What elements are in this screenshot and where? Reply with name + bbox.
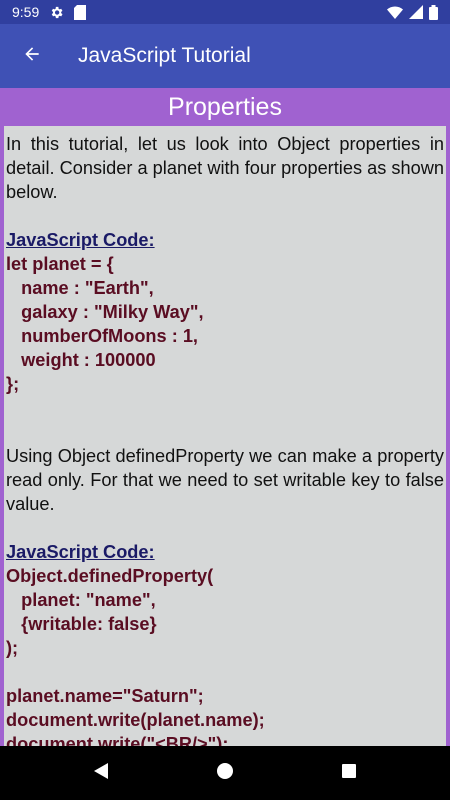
wifi-icon (387, 5, 403, 19)
sd-card-icon (74, 4, 87, 20)
code-line: planet: "name", (6, 590, 156, 610)
nav-recents-button[interactable] (337, 761, 361, 785)
code-line: }; (6, 374, 20, 394)
code-heading: JavaScript Code: (6, 230, 155, 250)
recents-square-icon (341, 763, 357, 784)
app-title: JavaScript Tutorial (78, 44, 251, 67)
back-button[interactable] (0, 24, 64, 88)
code-line: document.write(planet.name); (6, 710, 265, 730)
back-triangle-icon (93, 762, 109, 785)
readonly-paragraph: Using Object definedProperty we can make… (6, 446, 444, 514)
arrow-back-icon (22, 44, 42, 69)
status-bar: 9:59 (0, 0, 450, 24)
code-line: {writable: false} (6, 614, 157, 634)
code-line: weight : 100000 (6, 350, 156, 370)
status-time: 9:59 (12, 4, 40, 20)
code-line: name : "Earth", (6, 278, 154, 298)
home-circle-icon (216, 762, 234, 785)
code-line: planet.name="Saturn"; (6, 686, 204, 706)
code-heading: JavaScript Code: (6, 542, 155, 562)
code-line: Object.definedProperty( (6, 566, 214, 586)
page-title: Properties (0, 88, 450, 126)
signal-icon (409, 5, 423, 19)
code-line: document.write("<BR/>"); (6, 734, 229, 746)
gear-icon (49, 5, 64, 20)
app-bar: JavaScript Tutorial (0, 24, 450, 88)
code-line: numberOfMoons : 1, (6, 326, 198, 346)
code-line: ); (6, 638, 19, 658)
battery-icon (429, 4, 438, 20)
nav-back-button[interactable] (89, 761, 113, 785)
nav-home-button[interactable] (213, 761, 237, 785)
code-line: galaxy : "Milky Way", (6, 302, 204, 322)
system-nav-bar (0, 746, 450, 800)
tutorial-content[interactable]: In this tutorial, let us look into Objec… (4, 126, 446, 746)
intro-paragraph: In this tutorial, let us look into Objec… (6, 134, 444, 202)
code-line: let planet = { (6, 254, 114, 274)
